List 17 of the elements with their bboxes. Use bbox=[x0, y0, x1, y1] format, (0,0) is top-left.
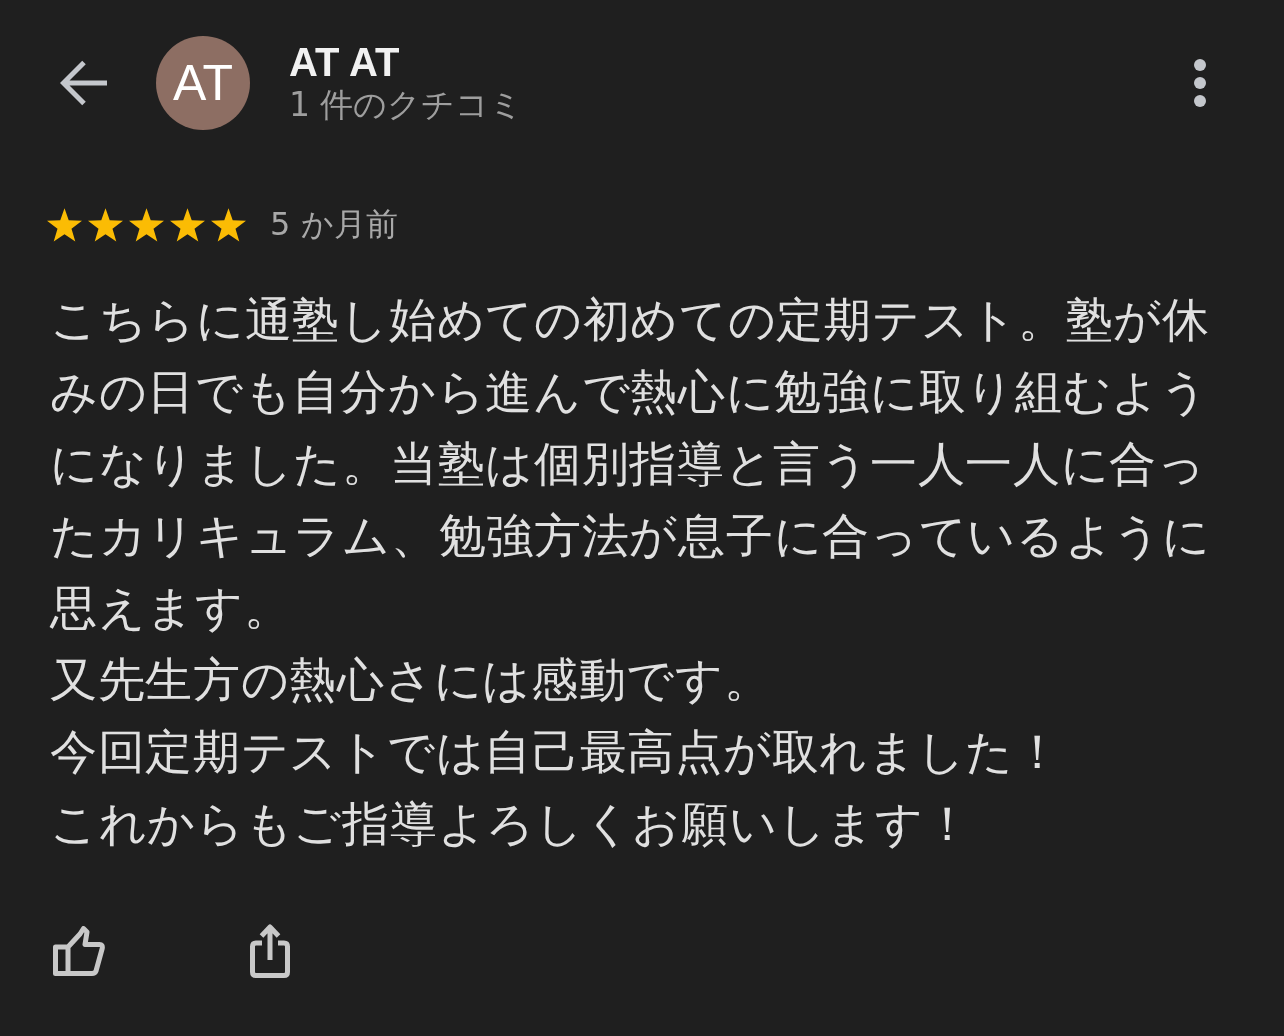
star-icon bbox=[129, 208, 164, 242]
review-time: 5 か月前 bbox=[270, 204, 398, 245]
review-count: 1 件のクチコミ bbox=[289, 84, 524, 126]
review-paragraph: これからもご指導よろしくお願いします！ bbox=[50, 795, 973, 853]
thumbs-up-icon[interactable] bbox=[53, 925, 105, 976]
back-arrow-icon[interactable] bbox=[60, 60, 108, 106]
reviewer-name: AT AT bbox=[289, 40, 400, 84]
review-paragraph: 今回定期テストでは自己最高点が取れました！ bbox=[50, 723, 1063, 781]
star-icon bbox=[47, 208, 82, 242]
review-paragraph: こちらに通塾し始めての初めての定期テスト。塾が休みの日でも自分から進んで熱心に勉強に取り組むようになりました。当塾は個別指導と言う一人一人に合ったカリキュラム、勉強方法が息子に合っているように思えます。 bbox=[50, 291, 1212, 637]
avatar: AT bbox=[156, 36, 250, 130]
star-icon bbox=[88, 208, 123, 242]
review-paragraph: 又先生方の熱心さには感動です。 bbox=[50, 651, 773, 709]
share-icon[interactable] bbox=[250, 923, 290, 978]
more-options-icon[interactable] bbox=[1194, 59, 1206, 107]
star-icon bbox=[211, 208, 246, 242]
star-icon bbox=[170, 208, 205, 242]
